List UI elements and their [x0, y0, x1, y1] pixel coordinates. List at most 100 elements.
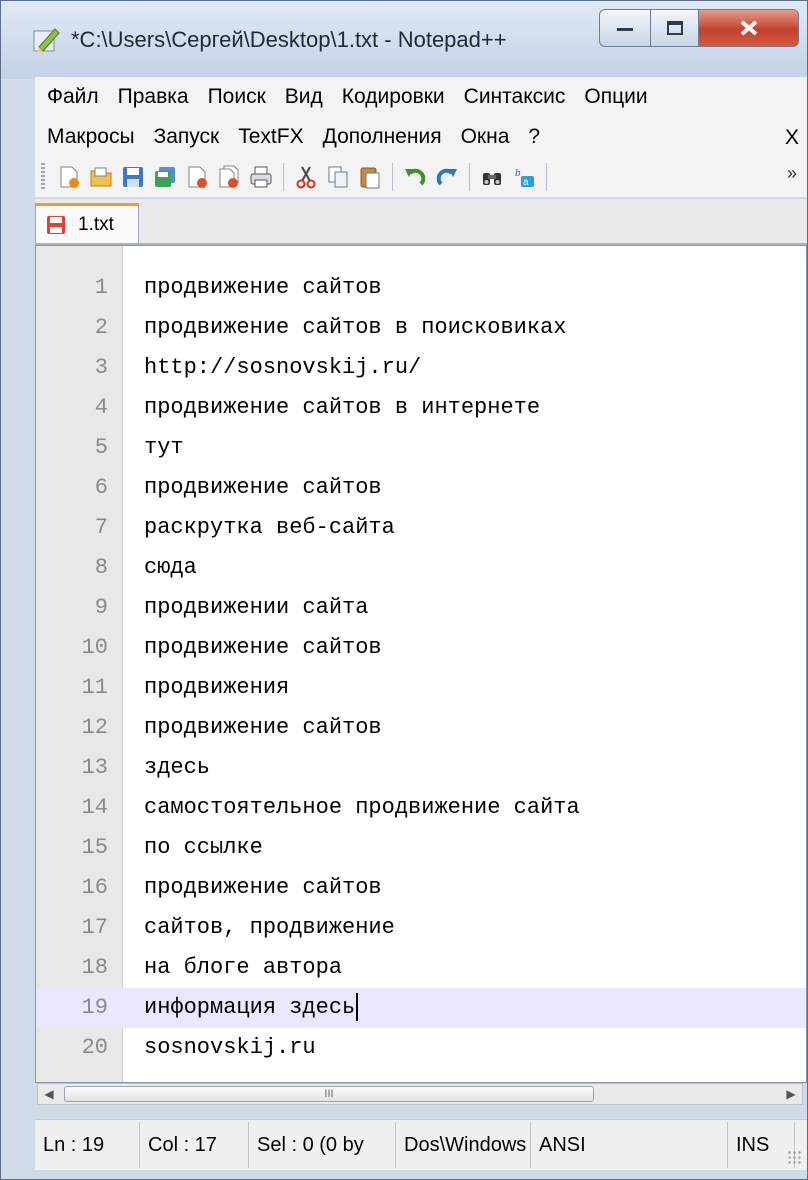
editor-line[interactable]: 18 на блоге автора — [36, 948, 806, 988]
editor-line[interactable]: 13 здесь — [36, 748, 806, 788]
scrollbar-thumb[interactable]: III — [64, 1086, 594, 1102]
line-text[interactable]: продвижение сайтов в интернете — [144, 388, 540, 428]
save-all-icon[interactable] — [153, 165, 177, 189]
undo-icon[interactable] — [403, 165, 427, 189]
editor-line[interactable]: 11 продвижения — [36, 668, 806, 708]
menu-syntax[interactable]: Синтаксис — [464, 85, 566, 109]
line-text[interactable]: тут — [144, 428, 184, 468]
editor-line[interactable]: 4 продвижение сайтов в интернете — [36, 388, 806, 428]
tab-1-txt[interactable]: 1.txt — [35, 203, 139, 243]
line-text[interactable]: продвижении сайта — [144, 588, 368, 628]
close-icon[interactable] — [185, 165, 209, 189]
editor-line[interactable]: 1 продвижение сайтов — [36, 268, 806, 308]
menu-run[interactable]: Запуск — [154, 125, 220, 149]
menu-search[interactable]: Поиск — [208, 85, 266, 109]
line-text[interactable]: продвижение сайтов — [144, 468, 382, 508]
line-number: 17 — [81, 915, 108, 940]
new-file-icon[interactable] — [57, 165, 81, 189]
notepadpp-window: *C:\Users\Сергей\Desktop\1.txt - Notepad… — [0, 0, 808, 1180]
line-text[interactable]: продвижение сайтов в поисковиках — [144, 308, 566, 348]
open-file-icon[interactable] — [89, 165, 113, 189]
editor-lines: 1 продвижение сайтов 2 продвижение сайтов в… — [36, 268, 806, 1068]
line-number: 13 — [81, 755, 108, 780]
editor-line[interactable]: 7 раскрутка веб-сайта — [36, 508, 806, 548]
text-caret — [356, 993, 359, 1022]
close-window-button[interactable] — [699, 9, 799, 47]
maximize-icon — [666, 21, 683, 35]
line-text[interactable]: сюда — [144, 548, 197, 588]
menu-help[interactable]: ? — [528, 125, 540, 149]
unsaved-file-icon — [47, 215, 65, 234]
status-bar: Ln : 19 Col : 17 Sel : 0 (0 by Dos\Windo… — [35, 1119, 807, 1170]
menu-file[interactable]: Файл — [47, 85, 99, 109]
toolbar-grip[interactable] — [41, 163, 45, 191]
editor-line[interactable]: 6 продвижение сайтов — [36, 468, 806, 508]
line-number: 7 — [94, 515, 108, 540]
horizontal-scrollbar[interactable]: ◀ III ▶ — [37, 1083, 803, 1105]
editor-line[interactable]: 17 сайтов, продвижение — [36, 908, 806, 948]
line-text[interactable]: по ссылке — [144, 828, 263, 868]
editor-line[interactable]: 12 продвижение сайтов — [36, 708, 806, 748]
line-text[interactable]: здесь — [144, 748, 210, 788]
close-all-icon[interactable] — [217, 165, 241, 189]
menu-edit[interactable]: Правка — [118, 85, 189, 109]
line-number: 10 — [81, 635, 108, 660]
toolbar-separator — [469, 163, 470, 191]
title-bar[interactable]: *C:\Users\Сергей\Desktop\1.txt - Notepad… — [1, 1, 807, 79]
status-column: Col : 17 — [140, 1122, 249, 1168]
line-number: 2 — [94, 315, 108, 340]
line-number: 5 — [94, 435, 108, 460]
resize-grip-icon[interactable] — [787, 1150, 803, 1166]
copy-icon[interactable] — [326, 165, 350, 189]
close-document-button[interactable]: X — [785, 126, 799, 150]
editor-line-current[interactable]: 19 информация здесь — [36, 988, 806, 1028]
find-icon[interactable] — [480, 165, 504, 189]
menu-textfx[interactable]: TextFX — [238, 125, 303, 149]
editor-line[interactable]: 10 продвижение сайтов — [36, 628, 806, 668]
menu-plugins[interactable]: Дополнения — [323, 125, 442, 149]
line-text[interactable]: http://sosnovskij.ru/ — [144, 348, 421, 388]
editor-line[interactable]: 8 сюда — [36, 548, 806, 588]
line-text[interactable]: продвижения — [144, 668, 289, 708]
menu-options[interactable]: Опции — [584, 85, 647, 109]
line-text[interactable]: продвижение сайтов — [144, 708, 382, 748]
line-text[interactable]: продвижение сайтов — [144, 868, 382, 908]
line-number: 19 — [81, 995, 108, 1020]
line-text[interactable]: самостоятельное продвижение сайта — [144, 788, 580, 828]
editor-line[interactable]: 2 продвижение сайтов в поисковиках — [36, 308, 806, 348]
save-icon[interactable] — [121, 165, 145, 189]
editor-line[interactable]: 14 самостоятельное продвижение сайта — [36, 788, 806, 828]
line-text[interactable]: раскрутка веб-сайта — [144, 508, 395, 548]
editor-line[interactable]: 16 продвижение сайтов — [36, 868, 806, 908]
replace-icon[interactable]: ba — [512, 165, 536, 189]
maximize-button[interactable] — [651, 9, 699, 47]
print-icon[interactable] — [249, 165, 273, 189]
line-number: 11 — [81, 675, 108, 700]
editor-line[interactable]: 20 sosnovskij.ru — [36, 1028, 806, 1068]
menu-view[interactable]: Вид — [285, 85, 323, 109]
editor-line[interactable]: 5 тут — [36, 428, 806, 468]
redo-icon[interactable] — [435, 165, 459, 189]
editor-line[interactable]: 3 http://sosnovskij.ru/ — [36, 348, 806, 388]
cut-icon[interactable] — [294, 165, 318, 189]
menu-window[interactable]: Окна — [461, 125, 510, 149]
line-text[interactable]: сайтов, продвижение — [144, 908, 395, 948]
menu-macros[interactable]: Макросы — [47, 125, 135, 149]
menu-encoding[interactable]: Кодировки — [342, 85, 445, 109]
scroll-right-arrow-icon[interactable]: ▶ — [782, 1086, 800, 1102]
editor-line[interactable]: 15 по ссылке — [36, 828, 806, 868]
line-text[interactable]: sosnovskij.ru — [144, 1028, 316, 1068]
text-editor[interactable]: 1 продвижение сайтов 2 продвижение сайтов в… — [35, 245, 807, 1083]
line-text[interactable]: информация здесь — [144, 988, 359, 1028]
line-text[interactable]: продвижение сайтов — [144, 628, 382, 668]
line-text[interactable]: на блоге автора — [144, 948, 342, 988]
toolbar-separator — [546, 163, 547, 191]
toolbar-overflow-chevron-icon[interactable]: » — [787, 163, 797, 184]
status-selection: Sel : 0 (0 by — [249, 1122, 396, 1168]
minimize-button[interactable] — [599, 9, 651, 47]
paste-icon[interactable] — [358, 165, 382, 189]
scroll-left-arrow-icon[interactable]: ◀ — [40, 1086, 58, 1102]
line-text[interactable]: продвижение сайтов — [144, 268, 382, 308]
editor-line[interactable]: 9 продвижении сайта — [36, 588, 806, 628]
line-number: 18 — [81, 955, 108, 980]
